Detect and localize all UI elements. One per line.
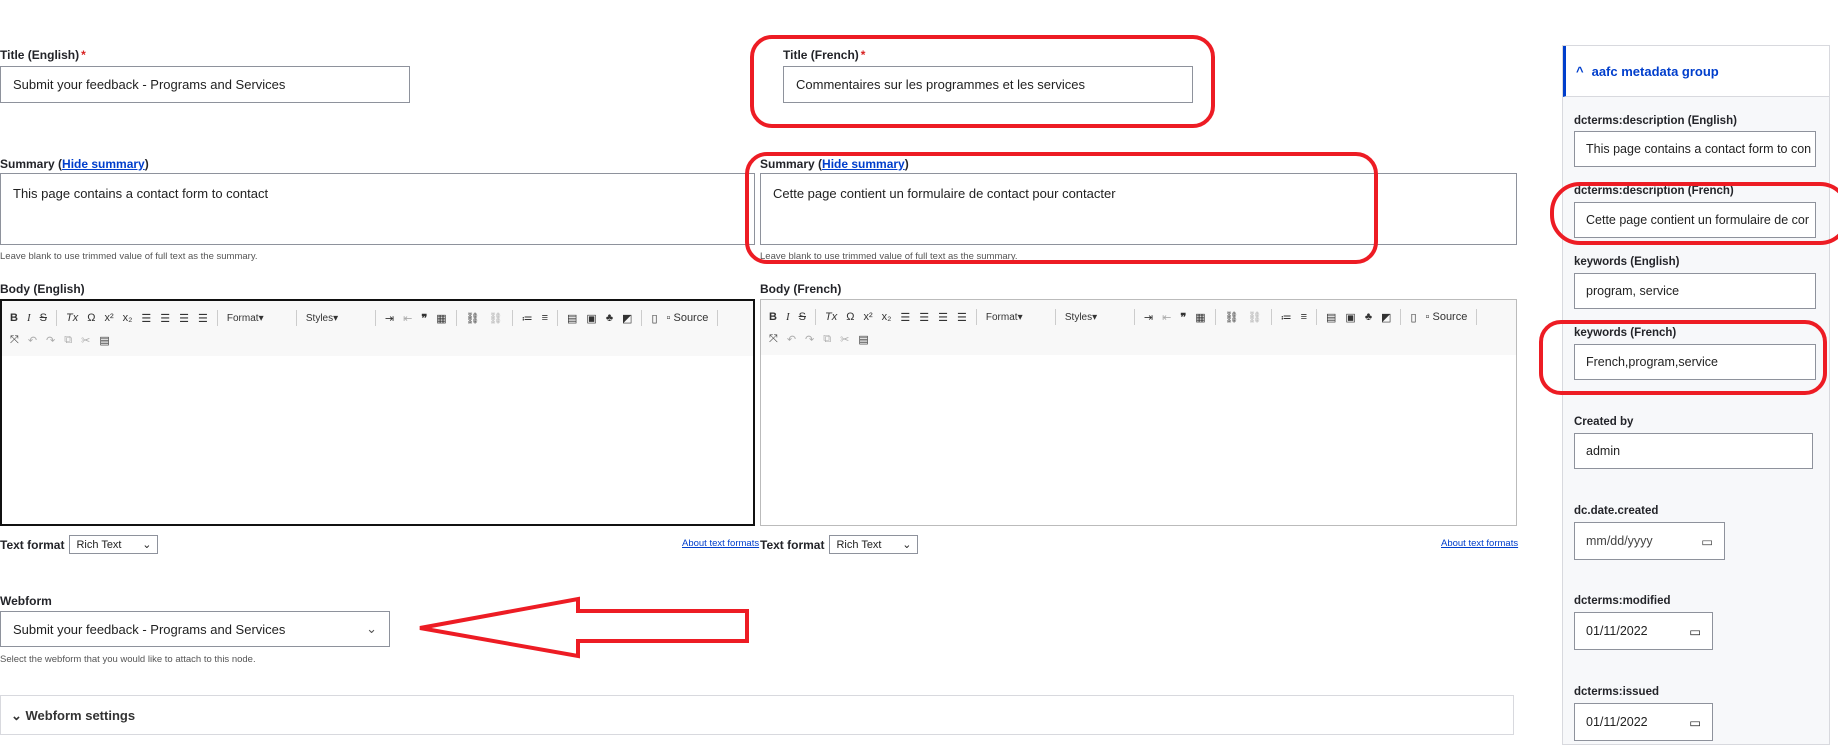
annotation-arrow-icon bbox=[419, 596, 749, 659]
